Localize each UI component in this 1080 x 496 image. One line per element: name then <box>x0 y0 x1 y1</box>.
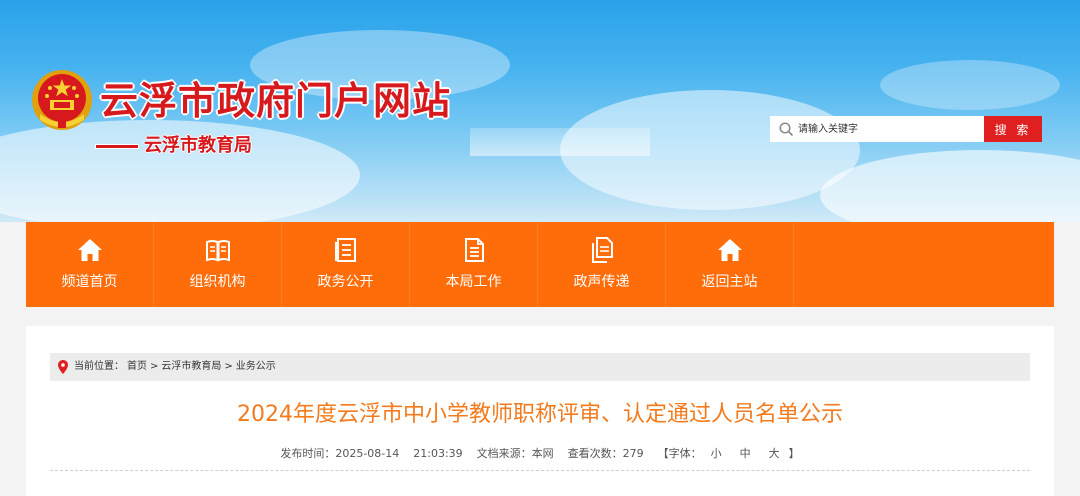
article-meta: 发布时间：2025-08-14 21:03:39 文档来源：本网 查看次数：279 【字… <box>26 446 1054 462</box>
nav-item-bureau-work[interactable]: 本局工作 <box>410 222 538 307</box>
home-icon <box>717 239 742 261</box>
document-list-icon <box>334 238 356 262</box>
breadcrumb-prefix: 当前位置： <box>74 361 124 372</box>
search-input[interactable] <box>798 118 978 140</box>
breadcrumb-link-department[interactable]: 云浮市教育局 <box>161 361 221 372</box>
nav-item-return-main-site[interactable]: 返回主站 <box>666 222 794 307</box>
nav-item-government-affairs[interactable]: 政务公开 <box>282 222 410 307</box>
breadcrumb-link-section[interactable]: 业务公示 <box>236 361 276 372</box>
breadcrumb-link-home[interactable]: 首页 <box>127 361 147 372</box>
nav-label: 政声传递 <box>573 274 630 290</box>
publish-label: 发布时间： <box>280 447 336 460</box>
breadcrumb-trail: 当前位置： 首页 > 云浮市教育局 > 业务公示 <box>74 353 279 381</box>
cloud-decoration <box>820 150 1080 222</box>
breadcrumb-separator: > <box>150 361 159 372</box>
city-skyline <box>470 128 650 156</box>
source-label: 文档来源： <box>476 447 532 460</box>
article-title: 2024年度云浮市中小学教师职称评审、认定通过人员名单公示 <box>237 402 843 427</box>
book-icon <box>205 240 230 262</box>
department-title: 云浮市教育局 <box>96 134 252 158</box>
font-size-close: 】 <box>788 447 800 460</box>
search-button[interactable]: 搜 索 <box>984 116 1042 142</box>
nav-label: 政务公开 <box>317 274 374 290</box>
font-size-large[interactable]: 大 <box>769 447 780 460</box>
title-dash-decoration <box>96 144 138 148</box>
file-copy-icon <box>591 237 613 263</box>
nav-label: 返回主站 <box>701 274 758 290</box>
breadcrumb: 当前位置： 首页 > 云浮市教育局 > 业务公示 <box>50 353 1030 381</box>
file-icon <box>464 238 484 262</box>
department-name: 云浮市教育局 <box>144 135 252 156</box>
publish-time: 21:03:39 <box>413 447 463 460</box>
source-value: 本网 <box>531 447 554 460</box>
font-size-small[interactable]: 小 <box>711 447 722 460</box>
nav-label: 本局工作 <box>445 274 502 290</box>
cloud-decoration <box>880 60 1060 110</box>
site-title: 云浮市政府门户网站 <box>100 78 452 123</box>
nav-label: 频道首页 <box>61 274 118 290</box>
home-icon <box>77 239 102 261</box>
location-pin-icon <box>58 360 68 374</box>
views-label: 查看次数： <box>567 447 623 460</box>
nav-item-channel-home[interactable]: 频道首页 <box>26 222 154 307</box>
font-size-label: 【字体： <box>657 447 702 460</box>
nav-item-organization[interactable]: 组织机构 <box>154 222 282 307</box>
font-size-medium[interactable]: 中 <box>740 447 751 460</box>
nav-label: 组织机构 <box>189 274 246 290</box>
publish-date: 2025-08-14 <box>335 447 400 460</box>
nav-item-policy-communication[interactable]: 政声传递 <box>538 222 666 307</box>
national-emblem-icon <box>32 70 92 130</box>
views-count: 279 <box>622 447 644 460</box>
main-nav: 频道首页 组织机构 政务公开 本局工作 政声传递 返回主站 <box>26 222 1054 307</box>
search-icon <box>779 122 793 136</box>
meta-divider <box>50 470 1030 471</box>
breadcrumb-separator: > <box>224 361 233 372</box>
